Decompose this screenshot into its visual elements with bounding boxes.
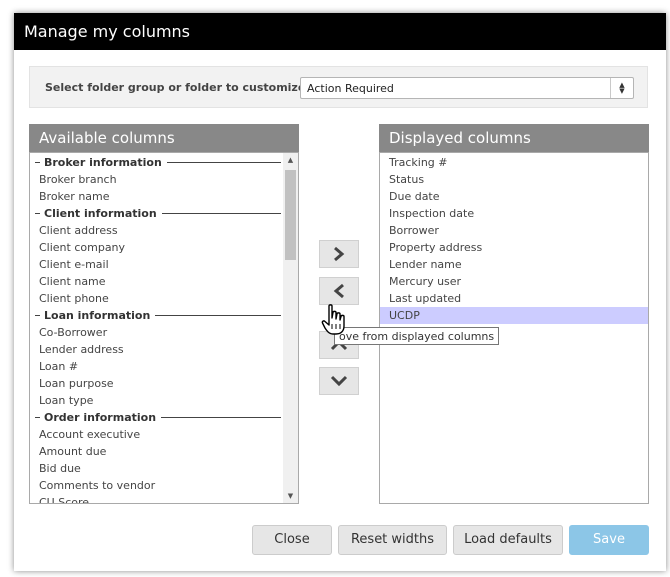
group-divider	[155, 315, 281, 316]
chevron-down-icon	[330, 375, 348, 387]
column-group-header[interactable]: Client information	[30, 205, 283, 222]
chevron-left-icon	[333, 283, 344, 299]
available-column-item[interactable]: Client name	[30, 273, 283, 290]
displayed-column-item[interactable]: Status	[380, 171, 648, 188]
scroll-thumb[interactable]	[285, 170, 296, 260]
hand-cursor-icon	[321, 304, 345, 335]
available-column-item[interactable]: Bid due	[30, 460, 283, 477]
close-button[interactable]: Close	[252, 525, 332, 555]
folder-selector-label: Select folder group or folder to customi…	[45, 81, 306, 94]
displayed-column-item[interactable]: Mercury user	[380, 273, 648, 290]
available-columns-header: Available columns	[29, 124, 299, 152]
folder-select-value: Action Required	[307, 82, 394, 95]
scroll-up-arrow-icon[interactable]: ▲	[283, 153, 298, 167]
available-column-item[interactable]: Loan purpose	[30, 375, 283, 392]
available-column-item[interactable]: Client e-mail	[30, 256, 283, 273]
group-label: Order information	[44, 411, 157, 424]
displayed-column-item[interactable]: Borrower	[380, 222, 648, 239]
reset-widths-button[interactable]: Reset widths	[338, 525, 447, 555]
group-divider	[35, 417, 40, 418]
available-column-item[interactable]: Broker branch	[30, 171, 283, 188]
available-columns-list-box: Broker information Broker branch Broker na…	[29, 152, 299, 504]
chevron-right-icon	[334, 246, 345, 262]
available-column-item[interactable]: Client company	[30, 239, 283, 256]
scroll-down-arrow-icon[interactable]: ▼	[283, 489, 298, 503]
remove-from-displayed-button[interactable]	[319, 277, 359, 305]
available-column-item[interactable]: Loan #	[30, 358, 283, 375]
group-divider	[35, 162, 40, 163]
available-column-item[interactable]: Client phone	[30, 290, 283, 307]
folder-selector-bar: Select folder group or folder to customi…	[29, 66, 648, 108]
displayed-columns-list: Tracking # Status Due date Inspection date B…	[380, 154, 648, 324]
available-column-item[interactable]: Client address	[30, 222, 283, 239]
available-column-item[interactable]: Lender address	[30, 341, 283, 358]
column-group-header[interactable]: Order information	[30, 409, 283, 426]
available-scrollbar[interactable]: ▲ ▼	[283, 153, 298, 503]
displayed-column-item[interactable]: Lender name	[380, 256, 648, 273]
group-label: Loan information	[44, 309, 151, 322]
available-column-item[interactable]: Broker name	[30, 188, 283, 205]
column-group-header[interactable]: Broker information	[30, 154, 283, 171]
available-columns-list: Broker information Broker branch Broker na…	[30, 154, 283, 503]
tooltip: ove from displayed columns	[334, 327, 500, 345]
group-label: Broker information	[44, 156, 162, 169]
load-defaults-button[interactable]: Load defaults	[453, 525, 563, 555]
add-to-displayed-button[interactable]	[319, 240, 359, 268]
move-down-button[interactable]	[319, 367, 359, 395]
displayed-column-item[interactable]: UCDP	[380, 307, 648, 324]
dialog-title: Manage my columns	[24, 22, 191, 41]
group-divider	[161, 213, 281, 214]
group-divider	[161, 417, 281, 418]
available-column-item[interactable]: Comments to vendor	[30, 477, 283, 494]
displayed-column-item[interactable]: Tracking #	[380, 154, 648, 171]
displayed-column-item[interactable]: Due date	[380, 188, 648, 205]
available-column-item[interactable]: Account executive	[30, 426, 283, 443]
available-column-item[interactable]: Co-Borrower	[30, 324, 283, 341]
displayed-columns-header: Displayed columns	[379, 124, 649, 152]
group-divider	[35, 213, 40, 214]
manage-columns-dialog: Manage my columns Select folder group or…	[14, 13, 666, 571]
group-label: Client information	[44, 207, 157, 220]
available-column-item[interactable]: Amount due	[30, 443, 283, 460]
column-group-header[interactable]: Loan information	[30, 307, 283, 324]
displayed-column-item[interactable]: Inspection date	[380, 205, 648, 222]
displayed-columns-panel: Displayed columns Tracking # Status Due da…	[379, 124, 649, 504]
select-spinner-icon: ▲ ▼	[610, 78, 633, 98]
displayed-column-item[interactable]: Last updated	[380, 290, 648, 307]
group-divider	[166, 162, 281, 163]
available-columns-panel: Available columns Broker information Brok…	[29, 124, 299, 504]
dialog-titlebar: Manage my columns	[14, 13, 666, 50]
folder-select[interactable]: Action Required ▲ ▼	[300, 77, 634, 99]
available-column-item[interactable]: Loan type	[30, 392, 283, 409]
displayed-column-item[interactable]: Property address	[380, 239, 648, 256]
group-divider	[35, 315, 40, 316]
available-column-item[interactable]: CU Score	[30, 494, 283, 503]
save-button[interactable]: Save	[569, 525, 649, 555]
